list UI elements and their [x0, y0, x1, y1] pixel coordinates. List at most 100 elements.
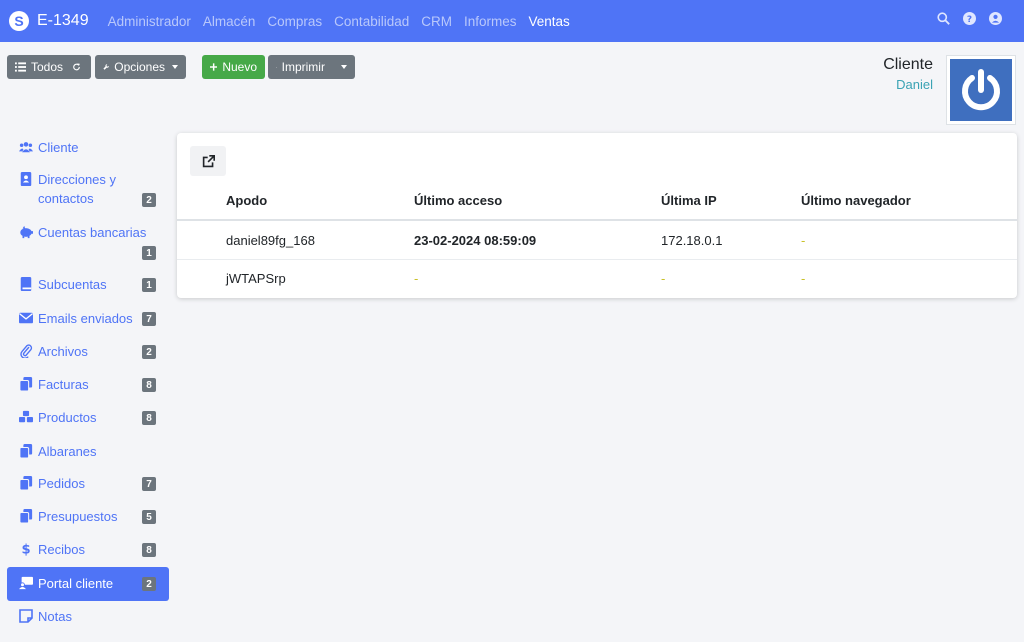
sidebar-item-label: Subcuentas: [38, 277, 107, 292]
menu-crm[interactable]: CRM: [421, 14, 452, 29]
book-icon: [20, 277, 32, 291]
count-badge: 8: [142, 378, 156, 392]
cell-apodo: daniel89fg_168: [226, 233, 315, 248]
copy-icon: [19, 476, 33, 490]
sidebar-item-notas[interactable]: Notas: [7, 607, 169, 626]
open-external-button[interactable]: [190, 146, 226, 176]
svg-text:?: ?: [966, 14, 971, 24]
chevron-down-icon[interactable]: [341, 65, 347, 69]
count-badge: 8: [142, 411, 156, 425]
imprimir-button[interactable]: Imprimir: [268, 55, 355, 79]
count-badge: 7: [142, 312, 156, 326]
sidebar-item-portal-cliente[interactable]: Portal cliente 2: [7, 567, 169, 601]
sidebar-item-subcuentas[interactable]: Subcuentas 1: [7, 275, 169, 294]
address-book-icon: [20, 172, 32, 186]
menu-compras[interactable]: Compras: [267, 14, 322, 29]
sidebar-item-presupuestos[interactable]: Presupuestos 5: [7, 507, 169, 526]
user-circle-icon[interactable]: [988, 11, 1002, 25]
cell-ultima-ip: -: [661, 271, 666, 286]
sidebar-item-label: Cliente: [38, 140, 79, 155]
paperclip-icon: [20, 344, 33, 358]
table-header-divider: [177, 219, 1017, 221]
cell-apodo: jWTAPSrp: [226, 271, 286, 286]
cell-ultimo-navegador: -: [801, 271, 806, 286]
sidebar-item-label: Pedidos: [38, 476, 85, 491]
chevron-down-icon: [172, 65, 178, 69]
customer-label: Cliente: [883, 56, 933, 73]
nuevo-button[interactable]: Nuevo: [202, 55, 265, 79]
count-badge: 7: [142, 477, 156, 491]
cell-ultimo-navegador: -: [801, 233, 806, 248]
sidebar-item-productos[interactable]: Productos 8: [7, 408, 169, 427]
cell-ultimo-acceso: 23-02-2024 08:59:09: [414, 233, 537, 248]
menu-almacen[interactable]: Almacén: [203, 14, 256, 29]
sidebar-item-label: Notas: [38, 609, 72, 624]
sidebar-item-facturas[interactable]: Facturas 8: [7, 375, 169, 394]
sidebar-item-emails[interactable]: Emails enviados 7: [7, 309, 169, 328]
svg-text:$: $: [21, 542, 30, 556]
sidebar-item-label: Productos: [38, 410, 97, 425]
opciones-label: Opciones: [114, 60, 165, 74]
list-icon: [15, 62, 26, 72]
cell-ultimo-acceso: -: [414, 271, 419, 286]
column-header-ultimo-navegador[interactable]: Último navegador: [801, 193, 911, 208]
piggy-bank-icon: [20, 225, 33, 239]
row-divider: [177, 259, 1017, 260]
sidebar-item-recibos[interactable]: $ Recibos 8: [7, 540, 169, 559]
sidebar-item-archivos[interactable]: Archivos 2: [7, 342, 169, 361]
refresh-button[interactable]: [67, 55, 91, 79]
sidebar-item-label: Facturas: [38, 377, 89, 392]
sidebar-item-label: Direcciones y contactos: [38, 172, 117, 206]
copy-icon: [19, 377, 33, 391]
count-badge: 1: [142, 278, 156, 292]
sidebar-item-label: Presupuestos: [38, 509, 118, 524]
count-badge: 1: [142, 246, 156, 260]
external-link-icon: [202, 154, 215, 167]
customer-avatar: [946, 55, 1016, 125]
search-icon[interactable]: [936, 11, 950, 25]
sidebar-item-label: Emails enviados: [38, 311, 133, 326]
column-header-apodo[interactable]: Apodo: [226, 193, 267, 208]
portal-users-card: Apodo Último acceso Última IP Último nav…: [177, 133, 1017, 298]
menu-administrador[interactable]: Administrador: [108, 14, 191, 29]
opciones-button[interactable]: Opciones: [95, 55, 186, 79]
customer-name-link[interactable]: Daniel: [896, 77, 933, 92]
plus-icon: [210, 63, 218, 71]
column-header-ultimo-acceso[interactable]: Último acceso: [414, 193, 502, 208]
todos-label: Todos: [31, 60, 64, 74]
column-header-ultima-ip[interactable]: Última IP: [661, 193, 717, 208]
cell-ultima-ip: 172.18.0.1: [661, 233, 723, 248]
sidebar-item-direcciones[interactable]: Direcciones y contactos 2: [7, 170, 169, 208]
dollar-icon: $: [21, 542, 30, 556]
sidebar-item-albaranes[interactable]: Albaranes: [7, 442, 169, 461]
nuevo-label: Nuevo: [222, 60, 257, 74]
power-icon: [962, 69, 1000, 111]
sidebar-item-label: Albaranes: [38, 444, 97, 459]
envelope-icon: [19, 312, 33, 324]
navbar-icons: ?: [924, 11, 1002, 25]
count-badge: 8: [142, 543, 156, 557]
wrench-icon: [103, 64, 109, 70]
help-icon[interactable]: ?: [962, 11, 976, 25]
menu-contabilidad[interactable]: Contabilidad: [334, 14, 409, 29]
count-badge: 5: [142, 510, 156, 524]
brand[interactable]: S E-1349: [9, 11, 89, 31]
cubes-icon: [19, 410, 33, 423]
sidebar-item-cliente[interactable]: Cliente: [7, 138, 169, 157]
print-icon: [276, 66, 277, 68]
menu-ventas[interactable]: Ventas: [529, 14, 570, 29]
refresh-icon: [73, 63, 80, 71]
count-badge: 2: [142, 345, 156, 359]
users-icon: [19, 142, 33, 153]
menu-informes[interactable]: Informes: [464, 14, 517, 29]
imprimir-label: Imprimir: [281, 60, 325, 74]
top-navbar: S E-1349 Administrador Almacén Compras C…: [0, 0, 1024, 42]
sidebar-item-label: Archivos: [38, 344, 88, 359]
sticky-note-icon: [19, 609, 33, 623]
facturascripts-logo-icon: S: [9, 11, 29, 31]
sidebar-item-pedidos[interactable]: Pedidos 7: [7, 474, 169, 493]
sidebar-item-cuentas-bancarias[interactable]: Cuentas bancarias 1: [7, 223, 169, 260]
copy-icon: [19, 444, 33, 458]
count-badge: 2: [142, 193, 156, 207]
sidebar-item-label: Cuentas bancarias: [38, 225, 147, 240]
